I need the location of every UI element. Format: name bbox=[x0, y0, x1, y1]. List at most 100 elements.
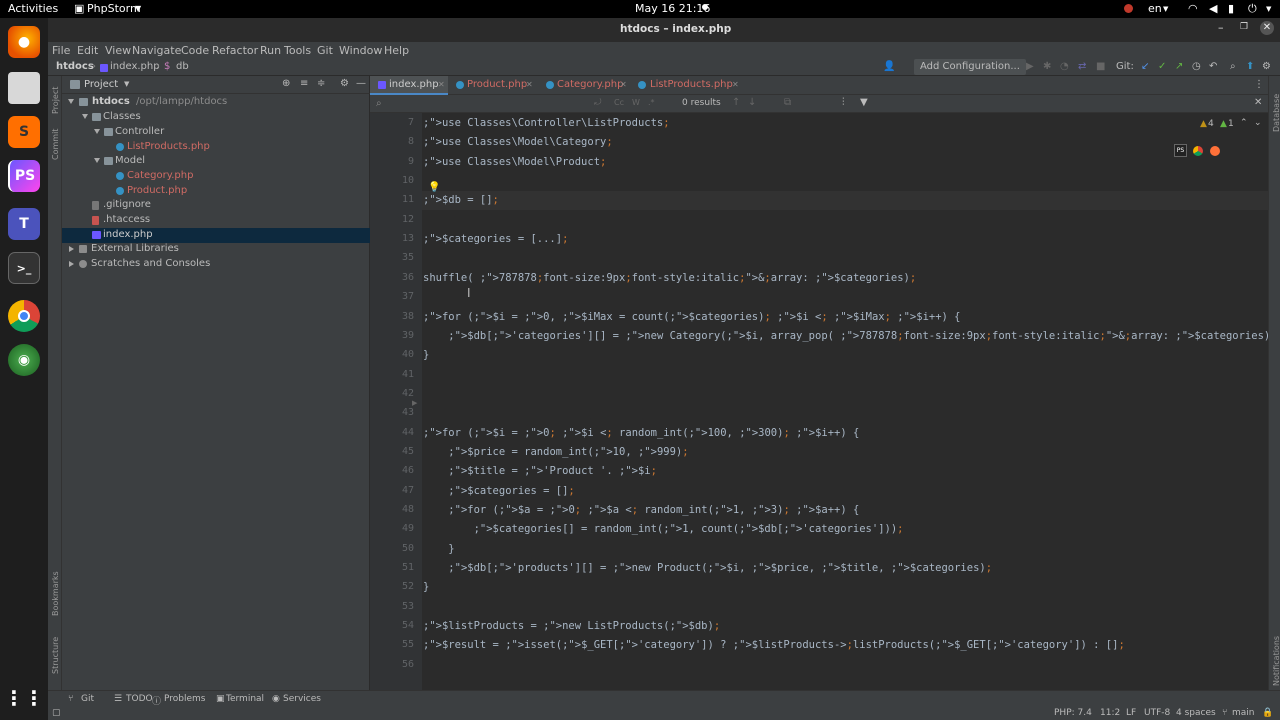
code-line[interactable]: ;">for (;">$i = ;">0, ;">$iMax = count(;… bbox=[423, 311, 961, 323]
history-icon[interactable]: ◷ bbox=[1192, 61, 1201, 72]
add-configuration-button[interactable]: Add Configuration... bbox=[914, 59, 1026, 75]
code-line[interactable]: } bbox=[423, 543, 454, 555]
chevron-down-icon[interactable]: ⌄ bbox=[1254, 118, 1262, 128]
code-line[interactable]: ;">use Classes\Model\Category; bbox=[423, 136, 613, 148]
code-line[interactable]: ;">$db = []; bbox=[423, 194, 499, 206]
tree-item-gitignore[interactable]: .gitignore bbox=[62, 198, 370, 213]
phpstorm-browser-icon[interactable]: PS bbox=[1174, 144, 1187, 157]
layout-icon[interactable]: ▢ bbox=[52, 708, 61, 718]
menu-tools[interactable]: Tools bbox=[284, 44, 311, 57]
close-icon[interactable]: ✕ bbox=[732, 80, 739, 89]
menu-help[interactable]: Help bbox=[384, 44, 409, 57]
tab-category-php[interactable]: Category.php ✕ bbox=[540, 76, 632, 95]
firefox-icon[interactable]: ● bbox=[8, 26, 40, 58]
menu-window[interactable]: Window bbox=[339, 44, 382, 57]
line-number[interactable]: 47 bbox=[384, 485, 414, 496]
tree-item-controller[interactable]: Controller bbox=[62, 125, 370, 140]
tree-item-listproducts[interactable]: ListProducts.php bbox=[62, 140, 370, 155]
line-separator[interactable]: LF bbox=[1126, 708, 1136, 718]
regex-icon[interactable]: .* bbox=[648, 98, 655, 107]
line-number[interactable]: 53 bbox=[384, 601, 414, 612]
record-indicator-icon[interactable] bbox=[1124, 4, 1133, 13]
words-icon[interactable]: W bbox=[632, 98, 640, 107]
line-number[interactable]: 54 bbox=[384, 620, 414, 631]
run-icon[interactable]: ▶ bbox=[1026, 61, 1034, 72]
code-line[interactable]: ;">$categories = []; bbox=[423, 485, 574, 497]
search-icon[interactable]: ⌕ bbox=[1230, 61, 1236, 72]
line-number[interactable]: 46 bbox=[384, 465, 414, 476]
clock[interactable]: May 16 21:16 bbox=[635, 2, 710, 15]
stop-icon[interactable]: ■ bbox=[1096, 61, 1105, 72]
line-number[interactable]: 51 bbox=[384, 562, 414, 573]
update-icon[interactable]: ⬆ bbox=[1246, 61, 1254, 72]
code-line[interactable]: ;">$title = ;">'Product '. ;">$i; bbox=[423, 465, 657, 477]
firefox-browser-icon[interactable] bbox=[1210, 146, 1220, 156]
close-icon[interactable]: ✕ bbox=[1260, 21, 1274, 35]
hide-panel-icon[interactable]: — bbox=[356, 78, 366, 89]
select-all-occurrences-icon[interactable]: ⧉ bbox=[784, 97, 791, 108]
code-line[interactable]: ;">$listProducts = ;">new ListProducts(;… bbox=[423, 620, 720, 632]
show-apps-icon[interactable]: ⋮⋮ bbox=[4, 682, 44, 714]
tab-listproducts-php[interactable]: ListProducts.php ✕ bbox=[634, 76, 744, 95]
wifi-icon[interactable]: ◠ bbox=[1188, 2, 1198, 15]
tree-item-external-libraries[interactable]: External Libraries bbox=[62, 242, 370, 257]
run-gutter-icon[interactable]: ▶ bbox=[412, 399, 417, 407]
line-number[interactable]: 44 bbox=[384, 427, 414, 438]
volume-icon[interactable]: ◀ bbox=[1209, 2, 1217, 15]
menu-git[interactable]: Git bbox=[317, 44, 333, 57]
tree-item-product[interactable]: Product.php bbox=[62, 184, 370, 199]
collapse-all-icon[interactable]: ≑ bbox=[317, 78, 325, 89]
battery-icon[interactable]: ▮ bbox=[1228, 2, 1234, 15]
more-tabs-icon[interactable]: ⋮ bbox=[1254, 79, 1264, 90]
file-encoding[interactable]: UTF-8 bbox=[1144, 708, 1170, 718]
menu-view[interactable]: View bbox=[105, 44, 131, 57]
menu-edit[interactable]: Edit bbox=[77, 44, 98, 57]
commit-tool-tab[interactable]: Commit bbox=[51, 129, 60, 160]
match-case-icon[interactable]: Cc bbox=[614, 98, 624, 107]
line-number[interactable]: 49 bbox=[384, 523, 414, 534]
project-tool-tab[interactable]: Project bbox=[51, 87, 60, 114]
code-line[interactable]: ;">use Classes\Controller\ListProducts; bbox=[423, 117, 670, 129]
line-number[interactable]: 45 bbox=[384, 446, 414, 457]
code-line[interactable]: ;">$categories = [...]; bbox=[423, 233, 568, 245]
app-icon-green[interactable]: ◉ bbox=[8, 344, 40, 376]
breadcrumb-root[interactable]: htdocs bbox=[56, 61, 94, 72]
terminal-icon[interactable]: >_ bbox=[8, 252, 40, 284]
user-icon[interactable]: 👤 bbox=[883, 61, 895, 72]
lock-icon[interactable]: 🔒 bbox=[1262, 708, 1273, 718]
files-icon[interactable] bbox=[8, 72, 40, 104]
tree-item-htaccess[interactable]: .htaccess bbox=[62, 213, 370, 228]
database-tool-tab[interactable]: Database bbox=[1272, 94, 1280, 132]
line-number[interactable]: 38 bbox=[384, 311, 414, 322]
tab-product-php[interactable]: Product.php ✕ bbox=[450, 76, 538, 95]
code-line[interactable]: ;">$categories[] = random_int(;">1, coun… bbox=[423, 523, 904, 535]
code-line[interactable]: ;">$db[;">'categories'][] = ;">new Categ… bbox=[423, 330, 1280, 342]
git-update-icon[interactable]: ↙ bbox=[1141, 61, 1149, 72]
close-icon[interactable]: ✕ bbox=[1254, 97, 1262, 108]
code-line[interactable]: ;">for (;">$i = ;">0; ;">$i <; random_in… bbox=[423, 427, 859, 439]
arrow-up-icon[interactable]: ↑ bbox=[732, 97, 740, 108]
project-view-selector[interactable]: Project bbox=[84, 79, 118, 90]
indent-setting[interactable]: 4 spaces bbox=[1176, 708, 1216, 718]
tree-item-category[interactable]: Category.php bbox=[62, 169, 370, 184]
warning-icon[interactable]: ▲ bbox=[1200, 119, 1207, 129]
regex-history-icon[interactable]: ⤾ bbox=[594, 98, 602, 108]
funnel-icon[interactable]: ▼ bbox=[860, 97, 868, 108]
line-number[interactable]: 8 bbox=[384, 136, 414, 147]
menu-file[interactable]: File bbox=[52, 44, 70, 57]
caret-position[interactable]: 11:2 bbox=[1100, 708, 1120, 718]
app-menu-button[interactable]: PhpStorm bbox=[87, 2, 141, 15]
line-number[interactable]: 11 bbox=[384, 194, 414, 205]
close-icon[interactable]: ✕ bbox=[438, 80, 445, 89]
filter-icon[interactable]: ⫶ bbox=[842, 97, 845, 108]
lightbulb-icon[interactable]: 💡 bbox=[428, 182, 440, 193]
git-tool-tab[interactable]: Git bbox=[81, 694, 94, 704]
tree-item-classes[interactable]: Classes bbox=[62, 110, 370, 125]
code-line[interactable]: ;">$db[;">'products'][] = ;">new Product… bbox=[423, 562, 992, 574]
php-version[interactable]: PHP: 7.4 bbox=[1054, 708, 1092, 718]
line-number[interactable]: 37 bbox=[384, 291, 414, 302]
breadcrumb-file[interactable]: index.php bbox=[110, 61, 160, 72]
language-selector[interactable]: en bbox=[1148, 2, 1162, 15]
line-number[interactable]: 42 bbox=[384, 388, 414, 399]
code-line[interactable]: ;">$result = ;">isset(;">$_GET[;">'categ… bbox=[423, 639, 1125, 651]
